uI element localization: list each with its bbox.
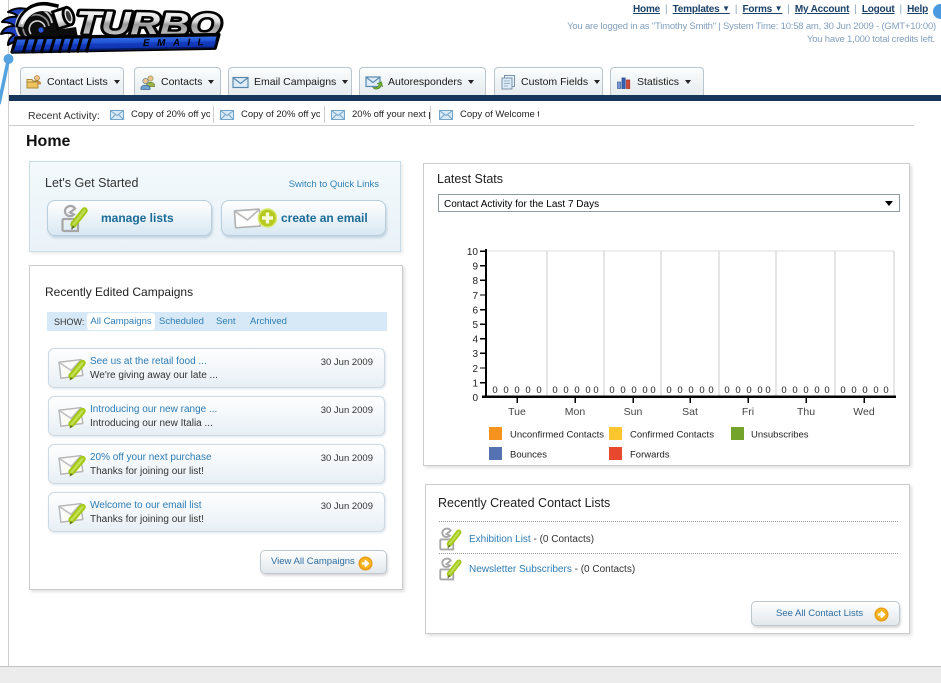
svg-text:0: 0 <box>708 385 713 396</box>
svg-text:4: 4 <box>472 335 478 346</box>
svg-text:Thu: Thu <box>797 406 815 418</box>
svg-text:0: 0 <box>574 385 579 396</box>
svg-text:0: 0 <box>552 385 557 396</box>
svg-text:0: 0 <box>631 385 636 396</box>
svg-text:0: 0 <box>620 385 625 396</box>
svg-text:9: 9 <box>472 262 478 273</box>
svg-text:0: 0 <box>688 385 693 396</box>
svg-text:0: 0 <box>873 385 878 396</box>
svg-text:0: 0 <box>883 385 888 396</box>
svg-text:Sun: Sun <box>624 406 643 418</box>
svg-text:0: 0 <box>757 385 762 396</box>
svg-text:0: 0 <box>814 385 819 396</box>
svg-text:Confirmed Contacts: Confirmed Contacts <box>630 430 714 441</box>
svg-text:0: 0 <box>851 385 856 396</box>
svg-text:3: 3 <box>472 349 478 360</box>
svg-text:Bounces: Bounces <box>510 450 547 461</box>
svg-text:Wed: Wed <box>853 406 875 418</box>
svg-text:0: 0 <box>862 385 867 396</box>
svg-text:0: 0 <box>585 385 590 396</box>
svg-text:0: 0 <box>593 385 598 396</box>
svg-text:Fri: Fri <box>742 406 754 418</box>
svg-text:0: 0 <box>525 385 530 396</box>
svg-text:0: 0 <box>803 385 808 396</box>
svg-text:0: 0 <box>650 385 655 396</box>
svg-text:Unsubscribes: Unsubscribes <box>751 430 809 441</box>
svg-text:0: 0 <box>503 385 508 396</box>
svg-text:0: 0 <box>642 385 647 396</box>
svg-text:8: 8 <box>472 276 478 287</box>
svg-text:0: 0 <box>472 393 478 404</box>
svg-text:0: 0 <box>724 385 729 396</box>
svg-text:5: 5 <box>472 320 478 331</box>
svg-text:10: 10 <box>467 247 479 258</box>
svg-text:Sat: Sat <box>682 406 698 418</box>
svg-text:EMAIL: EMAIL <box>143 37 211 49</box>
svg-text:0: 0 <box>735 385 740 396</box>
svg-text:7: 7 <box>472 291 478 302</box>
svg-text:1: 1 <box>472 378 478 389</box>
svg-text:0: 0 <box>563 385 568 396</box>
svg-text:0: 0 <box>536 385 541 396</box>
svg-text:Unconfirmed Contacts: Unconfirmed Contacts <box>510 430 604 441</box>
svg-text:Mon: Mon <box>565 406 586 418</box>
svg-text:0: 0 <box>792 385 797 396</box>
svg-text:2: 2 <box>472 364 478 375</box>
svg-text:0: 0 <box>492 385 497 396</box>
svg-text:0: 0 <box>840 385 845 396</box>
svg-text:Tue: Tue <box>508 406 526 418</box>
svg-text:0: 0 <box>514 385 519 396</box>
svg-text:Forwards: Forwards <box>630 450 670 461</box>
svg-text:0: 0 <box>781 385 786 396</box>
svg-text:0: 0 <box>677 385 682 396</box>
svg-text:0: 0 <box>765 385 770 396</box>
svg-text:0: 0 <box>666 385 671 396</box>
svg-text:6: 6 <box>472 305 478 316</box>
svg-text:0: 0 <box>746 385 751 396</box>
svg-text:0: 0 <box>609 385 614 396</box>
svg-text:0: 0 <box>824 385 829 396</box>
svg-text:0: 0 <box>699 385 704 396</box>
